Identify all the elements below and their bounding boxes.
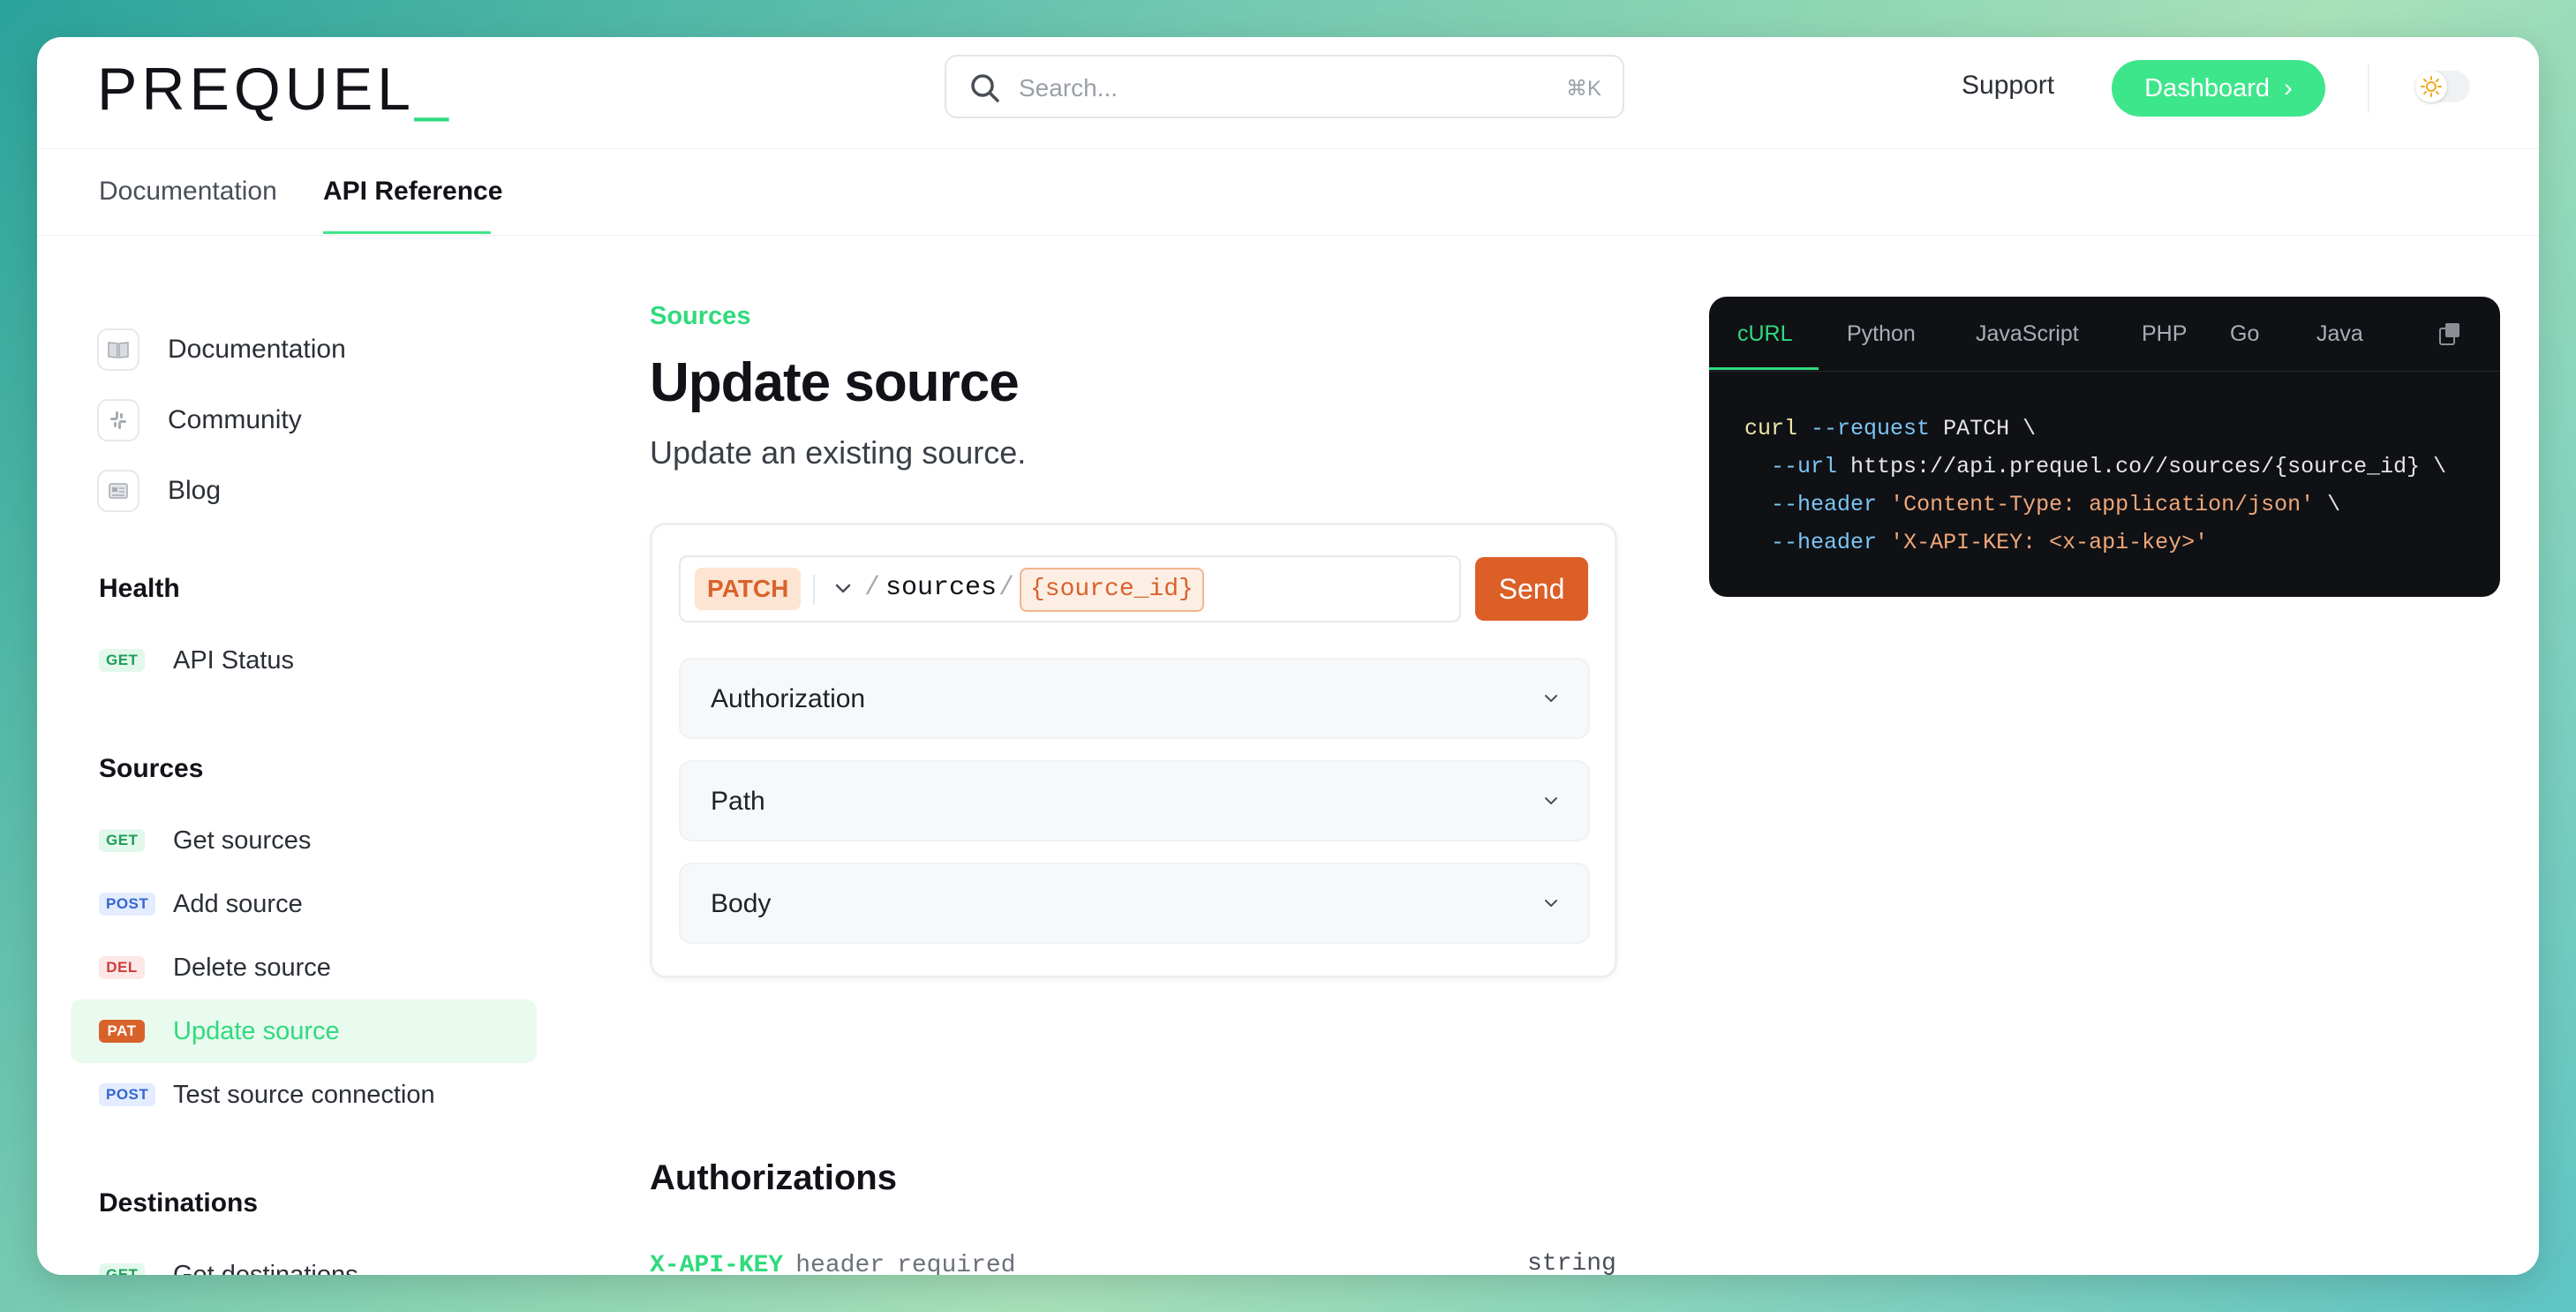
- divider: [2368, 64, 2369, 113]
- authorizations-heading: Authorizations: [650, 1158, 897, 1197]
- path-param-input[interactable]: {source_id}: [1020, 568, 1204, 612]
- code-language-tabs: cURL Python JavaScript PHP Go Java: [1709, 297, 2500, 372]
- path-slash: /: [998, 573, 1015, 603]
- method-badge: GET: [99, 1263, 146, 1275]
- sidebar-link-blog[interactable]: Blog: [97, 466, 221, 516]
- sidebar-item-get-destinations[interactable]: GET Get destinations: [99, 1257, 358, 1275]
- dashboard-button[interactable]: Dashboard ›: [2112, 60, 2325, 117]
- sidebar-link-community[interactable]: Community: [97, 396, 302, 445]
- search-input[interactable]: Search... ⌘K: [945, 55, 1624, 118]
- section-title-destinations: Destinations: [99, 1188, 259, 1218]
- chevron-down-icon: [1545, 695, 1557, 702]
- toggle-knob: [2415, 71, 2447, 102]
- tab-javascript[interactable]: JavaScript: [1976, 321, 2079, 347]
- section-title-sources: Sources: [99, 754, 204, 783]
- request-url-bar: PATCH / sources / {source_id}: [679, 555, 1461, 622]
- theme-toggle[interactable]: [2415, 71, 2470, 102]
- support-link[interactable]: Support: [1962, 71, 2054, 101]
- page-subtitle: Update an existing source.: [650, 434, 1027, 471]
- book-icon: [97, 328, 139, 371]
- divider: [813, 575, 815, 605]
- tab-api-reference[interactable]: API Reference: [323, 177, 502, 207]
- code-block[interactable]: curl --request PATCH \ --url https://api…: [1744, 410, 2446, 562]
- method-badge: POST: [99, 893, 156, 916]
- breadcrumb[interactable]: Sources: [650, 302, 750, 331]
- top-bar: PREQUEL_ Search... ⌘K Support Dashboard …: [37, 37, 2539, 149]
- auth-param-name: X-API-KEY: [650, 1252, 784, 1275]
- accordion-authorization[interactable]: Authorization: [679, 658, 1590, 739]
- accordion-body[interactable]: Body: [679, 863, 1590, 944]
- tab-go[interactable]: Go: [2230, 321, 2259, 347]
- tab-php[interactable]: PHP: [2142, 321, 2187, 347]
- tab-java[interactable]: Java: [2316, 321, 2363, 347]
- path-slash: /: [864, 573, 881, 603]
- sidebar-item-test-source-connection[interactable]: POST Test source connection: [99, 1077, 435, 1112]
- path-segment: sources: [885, 573, 998, 603]
- sidebar-item-delete-source[interactable]: DEL Delete source: [99, 950, 331, 985]
- logo[interactable]: PREQUEL_: [97, 55, 453, 124]
- method-badge: POST: [99, 1083, 156, 1106]
- api-playground: PATCH / sources / {source_id} Send Autho…: [650, 523, 1617, 978]
- method-selector[interactable]: PATCH: [695, 568, 802, 610]
- code-sample-panel: cURL Python JavaScript PHP Go Java curl …: [1709, 297, 2500, 597]
- top-tabs: Documentation API Reference: [37, 148, 2539, 236]
- tab-python[interactable]: Python: [1847, 321, 1916, 347]
- active-tab-indicator: [323, 231, 491, 234]
- auth-param-type: string: [1527, 1250, 1616, 1275]
- search-shortcut: ⌘K: [1565, 77, 1601, 101]
- sidebar-item-update-source[interactable]: PAT Update source: [99, 1014, 340, 1049]
- method-badge: GET: [99, 829, 146, 852]
- tab-documentation[interactable]: Documentation: [99, 177, 277, 207]
- accordion-path[interactable]: Path: [679, 760, 1590, 841]
- chevron-down-icon: [1545, 797, 1557, 804]
- search-icon: [971, 74, 999, 102]
- sidebar-item-add-source[interactable]: POST Add source: [99, 886, 303, 922]
- sidebar-item-api-status[interactable]: GET API Status: [99, 643, 294, 678]
- auth-param-location: header: [795, 1252, 885, 1275]
- auth-param-row: X-API-KEY header required: [650, 1252, 1015, 1275]
- section-title-health: Health: [99, 574, 180, 603]
- newspaper-icon: [97, 470, 139, 512]
- chevron-down-icon: [1545, 900, 1557, 907]
- method-badge: DEL: [99, 956, 145, 979]
- copy-icon[interactable]: [2435, 320, 2465, 350]
- chevron-right-icon: ›: [2284, 74, 2293, 102]
- slack-icon: [97, 399, 139, 441]
- send-button[interactable]: Send: [1475, 557, 1588, 621]
- sidebar-item-get-sources[interactable]: GET Get sources: [99, 823, 311, 858]
- sidebar: Documentation Community Blog Health GET …: [37, 235, 584, 1275]
- search-placeholder: Search...: [1019, 74, 1119, 102]
- method-badge: PAT: [99, 1020, 145, 1043]
- app-window: PREQUEL_ Search... ⌘K Support Dashboard …: [37, 37, 2539, 1275]
- sun-icon: [2421, 76, 2442, 97]
- page-title: Update source: [650, 352, 1020, 413]
- method-badge: GET: [99, 649, 146, 672]
- auth-param-required: required: [897, 1252, 1016, 1275]
- chevron-down-icon[interactable]: [831, 577, 855, 601]
- sidebar-link-documentation[interactable]: Documentation: [97, 325, 346, 374]
- active-code-tab-indicator: [1709, 367, 1819, 370]
- tab-curl[interactable]: cURL: [1737, 321, 1793, 347]
